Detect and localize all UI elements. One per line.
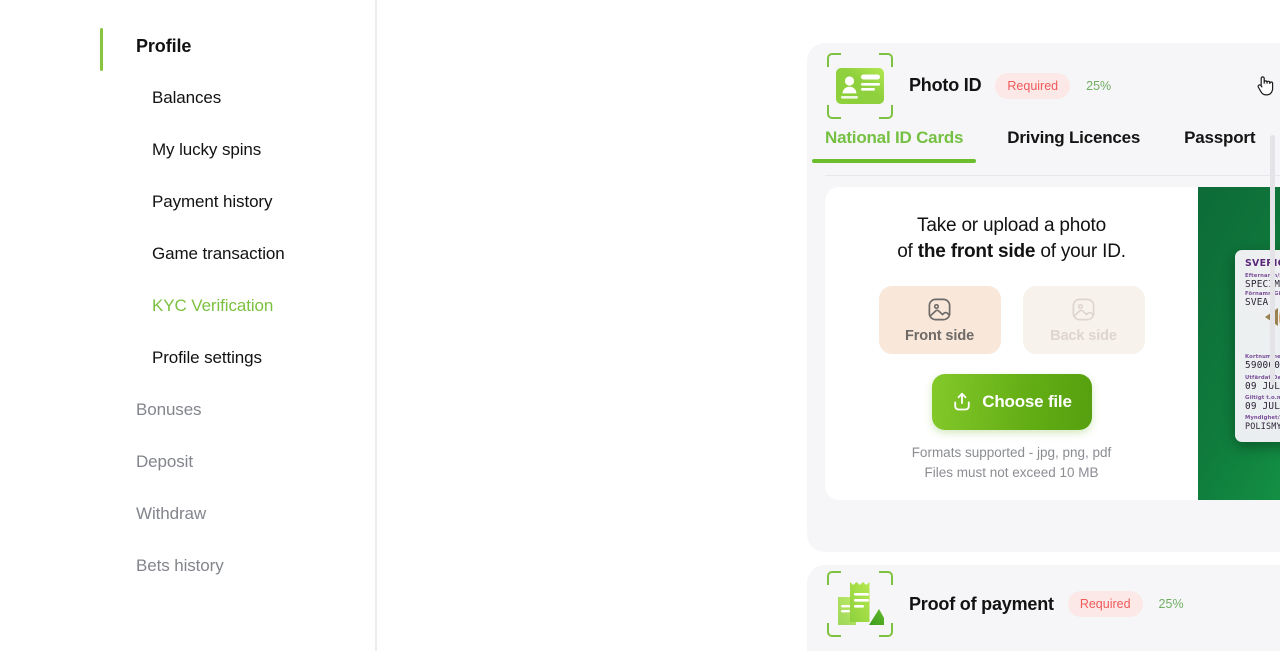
sidebar-item-label: Withdraw (136, 504, 207, 523)
sidebar-item-label: Bets history (136, 556, 224, 575)
prompt-bold: the front side (917, 240, 1036, 262)
receipt-scan-icon (825, 569, 895, 639)
upload-icon (954, 393, 970, 411)
photo-id-title: Photo ID (909, 75, 982, 95)
tab-driving-licences[interactable]: Driving Licences (1007, 128, 1140, 162)
example-id-image: SVERIGE SWEDEN NATIONELLT IDENTITETSKORT… (1198, 187, 1280, 500)
back-side-label: Back side (1050, 328, 1117, 345)
proof-of-payment-title: Proof of payment (909, 593, 1054, 614)
prompt-post: of your ID. (1035, 240, 1126, 262)
formats-line1: Formats supported - jpg, png, pdf (911, 445, 1112, 461)
side-selector: Front side Back side (878, 286, 1145, 355)
prompt-pre: of (897, 240, 918, 262)
card-given-value: SVEA (1245, 297, 1269, 308)
photo-id-section-header[interactable]: Photo ID Required 25% (807, 43, 1280, 128)
choose-file-button[interactable]: Choose file (931, 374, 1092, 431)
upload-prompt-line2: of the front side of your ID. (897, 239, 1126, 265)
sidebar-nav-list: Profile Balances My lucky spins Payment his… (0, 0, 377, 592)
sidebar-item-label: Game transaction (152, 244, 285, 263)
sidebar-item-my-lucky-spins[interactable]: My lucky spins (0, 124, 377, 176)
sidebar-item-label: Profile settings (152, 348, 262, 367)
sidebar-item-profile[interactable]: Profile (0, 20, 377, 72)
photo-id-progress-percent: 25% (1086, 78, 1112, 93)
photo-id-required-badge: Required (995, 72, 1071, 99)
sidebar-item-label: Payment history (152, 192, 273, 211)
sidebar-item-label: Bonuses (136, 400, 202, 419)
sidebar-item-profile-settings[interactable]: Profile settings (0, 332, 377, 384)
document-type-tabs: National ID Cards Driving Licences Passpor… (811, 128, 1280, 176)
sidebar-item-label: My lucky spins (152, 140, 262, 159)
sidebar: Profile Balances My lucky spins Payment his… (0, 0, 377, 651)
id-card-scan-icon (825, 51, 895, 121)
main-scroll-area: Photo ID Required 25% National ID Cards D… (377, 0, 1280, 651)
proof-of-payment-section: Proof of payment Required 25% (807, 565, 1280, 651)
upload-prompt-line1: Take or upload a photo (917, 215, 1106, 236)
front-side-label: Front side (904, 328, 975, 345)
sidebar-item-label: Profile (136, 35, 192, 56)
proof-of-payment-header[interactable]: Proof of payment Required 25% (807, 565, 1280, 643)
main-scrollbar-thumb[interactable] (1270, 135, 1275, 385)
supported-formats-note: Formats supported - jpg, png, pdf Files … (912, 443, 1112, 482)
tab-passport[interactable]: Passport (1184, 128, 1255, 162)
sidebar-item-label: Balances (152, 88, 222, 107)
sidebar-item-deposit[interactable]: Deposit (0, 436, 377, 488)
tab-national-id-cards[interactable]: National ID Cards (811, 128, 977, 163)
back-side-button[interactable]: Back side (1022, 286, 1145, 355)
image-icon (928, 298, 951, 321)
sidebar-item-balances[interactable]: Balances (0, 72, 377, 124)
card-expiry-value: 09 JUL/JUL 26 (1245, 401, 1280, 412)
card-authority-value: POLISMYNDIGHETEN (1245, 421, 1280, 431)
sidebar-item-bets-history[interactable]: Bets history (0, 540, 377, 592)
sidebar-active-marker (100, 28, 103, 71)
proof-of-payment-progress-percent: 25% (1158, 597, 1184, 611)
upload-prompt: Take or upload a photo of the front side… (897, 213, 1126, 264)
proof-of-payment-required-badge: Required (1067, 591, 1143, 617)
sidebar-item-kyc-verification[interactable]: KYC Verification (0, 280, 377, 332)
sidebar-item-withdraw[interactable]: Withdraw (0, 488, 377, 540)
formats-line2: Files must not exceed 10 MB (924, 464, 1099, 480)
sidebar-item-payment-history[interactable]: Payment history (0, 176, 377, 228)
kyc-verification-page: Profile Balances My lucky spins Payment his… (0, 0, 1280, 651)
sidebar-item-label: Deposit (136, 452, 193, 471)
sidebar-item-label: KYC Verification (152, 296, 274, 315)
sidebar-item-bonuses[interactable]: Bonuses (0, 384, 377, 436)
front-side-button[interactable]: Front side (878, 286, 1001, 355)
main-content: Photo ID Required 25% National ID Cards D… (377, 0, 1280, 651)
sidebar-item-game-transaction[interactable]: Game transaction (0, 228, 377, 280)
upload-controls: Take or upload a photo of the front side… (825, 187, 1198, 500)
choose-file-label: Choose file (982, 392, 1072, 412)
photo-id-section: Photo ID Required 25% National ID Cards D… (807, 43, 1280, 552)
image-icon (1072, 298, 1095, 321)
upload-panel: Take or upload a photo of the front side… (825, 187, 1280, 500)
